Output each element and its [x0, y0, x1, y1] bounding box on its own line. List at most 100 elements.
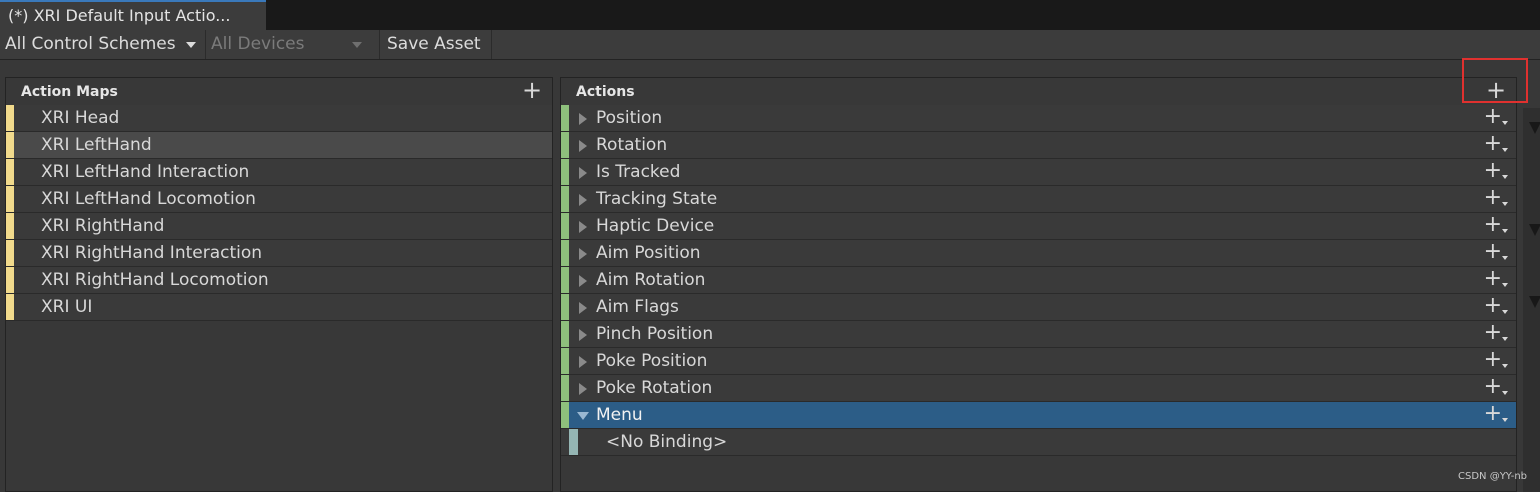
- action-row[interactable]: Is Tracked +: [561, 159, 1516, 186]
- action-row[interactable]: Haptic Device +: [561, 213, 1516, 240]
- triangle-down-icon[interactable]: [1529, 224, 1540, 236]
- action-map-row[interactable]: XRI LeftHand: [6, 132, 552, 159]
- action-map-row[interactable]: XRI RightHand Locomotion: [6, 267, 552, 294]
- expand-right-icon[interactable]: [579, 113, 587, 125]
- save-asset-label: Save Asset: [387, 34, 481, 54]
- add-binding-icon[interactable]: +: [1484, 186, 1509, 210]
- action-map-row[interactable]: XRI LeftHand Interaction: [6, 159, 552, 186]
- action-label: Poke Rotation: [596, 378, 713, 398]
- expand-right-icon[interactable]: [579, 356, 587, 368]
- action-map-stripe: [6, 159, 14, 185]
- add-binding-icon[interactable]: +: [1484, 321, 1509, 345]
- binding-row[interactable]: <No Binding>: [561, 429, 1516, 456]
- action-stripe: [561, 186, 569, 212]
- window-tab[interactable]: (*) XRI Default Input Actio...: [0, 0, 266, 30]
- action-label: Menu: [596, 405, 643, 425]
- action-stripe: [561, 294, 569, 320]
- action-map-label: XRI Head: [41, 108, 120, 128]
- actions-header: Actions +: [561, 78, 1516, 105]
- action-map-stripe: [6, 213, 14, 239]
- expand-right-icon[interactable]: [579, 329, 587, 341]
- action-map-label: XRI RightHand Locomotion: [41, 270, 269, 290]
- action-maps-pane: Action Maps + XRI Head XRI LeftHand XRI Le…: [5, 77, 553, 492]
- add-binding-icon[interactable]: +: [1484, 348, 1509, 372]
- action-label: Pinch Position: [596, 324, 714, 344]
- expand-right-icon[interactable]: [579, 194, 587, 206]
- watermark: CSDN @YY-nb: [1458, 471, 1528, 482]
- add-binding-icon[interactable]: +: [1484, 375, 1509, 399]
- action-row[interactable]: Menu +: [561, 402, 1516, 429]
- save-asset-button[interactable]: Save Asset: [379, 30, 492, 59]
- add-binding-icon[interactable]: +: [1484, 132, 1509, 156]
- expand-right-icon[interactable]: [579, 248, 587, 260]
- add-binding-icon[interactable]: +: [1484, 267, 1509, 291]
- devices-dropdown[interactable]: All Devices: [205, 30, 370, 59]
- action-map-stripe: [6, 267, 14, 293]
- action-label: Aim Flags: [596, 297, 679, 317]
- action-stripe: [561, 402, 569, 428]
- add-action-map-icon[interactable]: +: [517, 78, 547, 105]
- devices-label: All Devices: [211, 34, 305, 54]
- add-binding-icon[interactable]: +: [1484, 105, 1509, 129]
- expand-right-icon[interactable]: [579, 167, 587, 179]
- action-row[interactable]: Aim Flags +: [561, 294, 1516, 321]
- action-maps-title: Action Maps: [21, 84, 118, 100]
- action-stripe: [561, 159, 569, 185]
- action-row[interactable]: Poke Rotation +: [561, 375, 1516, 402]
- action-label: Poke Position: [596, 351, 708, 371]
- chevron-down-icon: [186, 42, 196, 48]
- action-map-label: XRI LeftHand Interaction: [41, 162, 250, 182]
- expand-right-icon[interactable]: [579, 383, 587, 395]
- action-stripe: [561, 348, 569, 374]
- action-stripe: [561, 321, 569, 347]
- add-binding-icon[interactable]: +: [1484, 240, 1509, 264]
- toolbar: All Control Schemes All Devices Save Ass…: [0, 30, 1540, 60]
- action-map-label: XRI UI: [41, 297, 93, 317]
- control-schemes-label: All Control Schemes: [5, 34, 176, 54]
- action-label: Tracking State: [596, 189, 718, 209]
- expand-right-icon[interactable]: [579, 275, 587, 287]
- chevron-down-icon: [352, 42, 362, 48]
- action-row[interactable]: Aim Rotation +: [561, 267, 1516, 294]
- control-schemes-dropdown[interactable]: All Control Schemes: [0, 30, 204, 59]
- highlight-box: [1462, 58, 1528, 103]
- action-row[interactable]: Position +: [561, 105, 1516, 132]
- action-stripe: [561, 375, 569, 401]
- action-stripe: [561, 240, 569, 266]
- add-binding-icon[interactable]: +: [1484, 213, 1509, 237]
- binding-stripe: [569, 429, 578, 455]
- action-map-row[interactable]: XRI Head: [6, 105, 552, 132]
- add-binding-icon[interactable]: +: [1484, 159, 1509, 183]
- action-map-row[interactable]: XRI UI: [6, 294, 552, 321]
- action-row[interactable]: Aim Position +: [561, 240, 1516, 267]
- action-map-label: XRI LeftHand: [41, 135, 152, 155]
- action-map-stripe: [6, 294, 14, 320]
- action-map-stripe: [6, 132, 14, 158]
- add-binding-icon[interactable]: +: [1484, 294, 1509, 318]
- action-map-row[interactable]: XRI LeftHand Locomotion: [6, 186, 552, 213]
- action-map-label: XRI RightHand Interaction: [41, 243, 263, 263]
- triangle-down-icon[interactable]: [1529, 122, 1540, 134]
- action-stripe: [561, 213, 569, 239]
- action-row[interactable]: Tracking State +: [561, 186, 1516, 213]
- add-binding-icon[interactable]: +: [1484, 402, 1509, 426]
- action-label: Is Tracked: [596, 162, 681, 182]
- actions-title: Actions: [576, 84, 635, 100]
- triangle-down-icon[interactable]: [1529, 296, 1540, 308]
- expand-right-icon[interactable]: [579, 302, 587, 314]
- action-map-row[interactable]: XRI RightHand Interaction: [6, 240, 552, 267]
- actions-pane: Actions + Position + Rotation + Is Tracked + T…: [560, 77, 1517, 492]
- action-row[interactable]: Poke Position +: [561, 348, 1516, 375]
- action-map-label: XRI RightHand: [41, 216, 165, 236]
- binding-label: <No Binding>: [606, 432, 728, 452]
- action-row[interactable]: Pinch Position +: [561, 321, 1516, 348]
- action-row[interactable]: Rotation +: [561, 132, 1516, 159]
- action-stripe: [561, 267, 569, 293]
- expand-right-icon[interactable]: [579, 221, 587, 233]
- action-map-label: XRI LeftHand Locomotion: [41, 189, 256, 209]
- tab-bar: (*) XRI Default Input Actio...: [0, 0, 1540, 30]
- expand-down-icon[interactable]: [577, 412, 589, 420]
- action-map-row[interactable]: XRI RightHand: [6, 213, 552, 240]
- expand-right-icon[interactable]: [579, 140, 587, 152]
- action-map-stripe: [6, 240, 14, 266]
